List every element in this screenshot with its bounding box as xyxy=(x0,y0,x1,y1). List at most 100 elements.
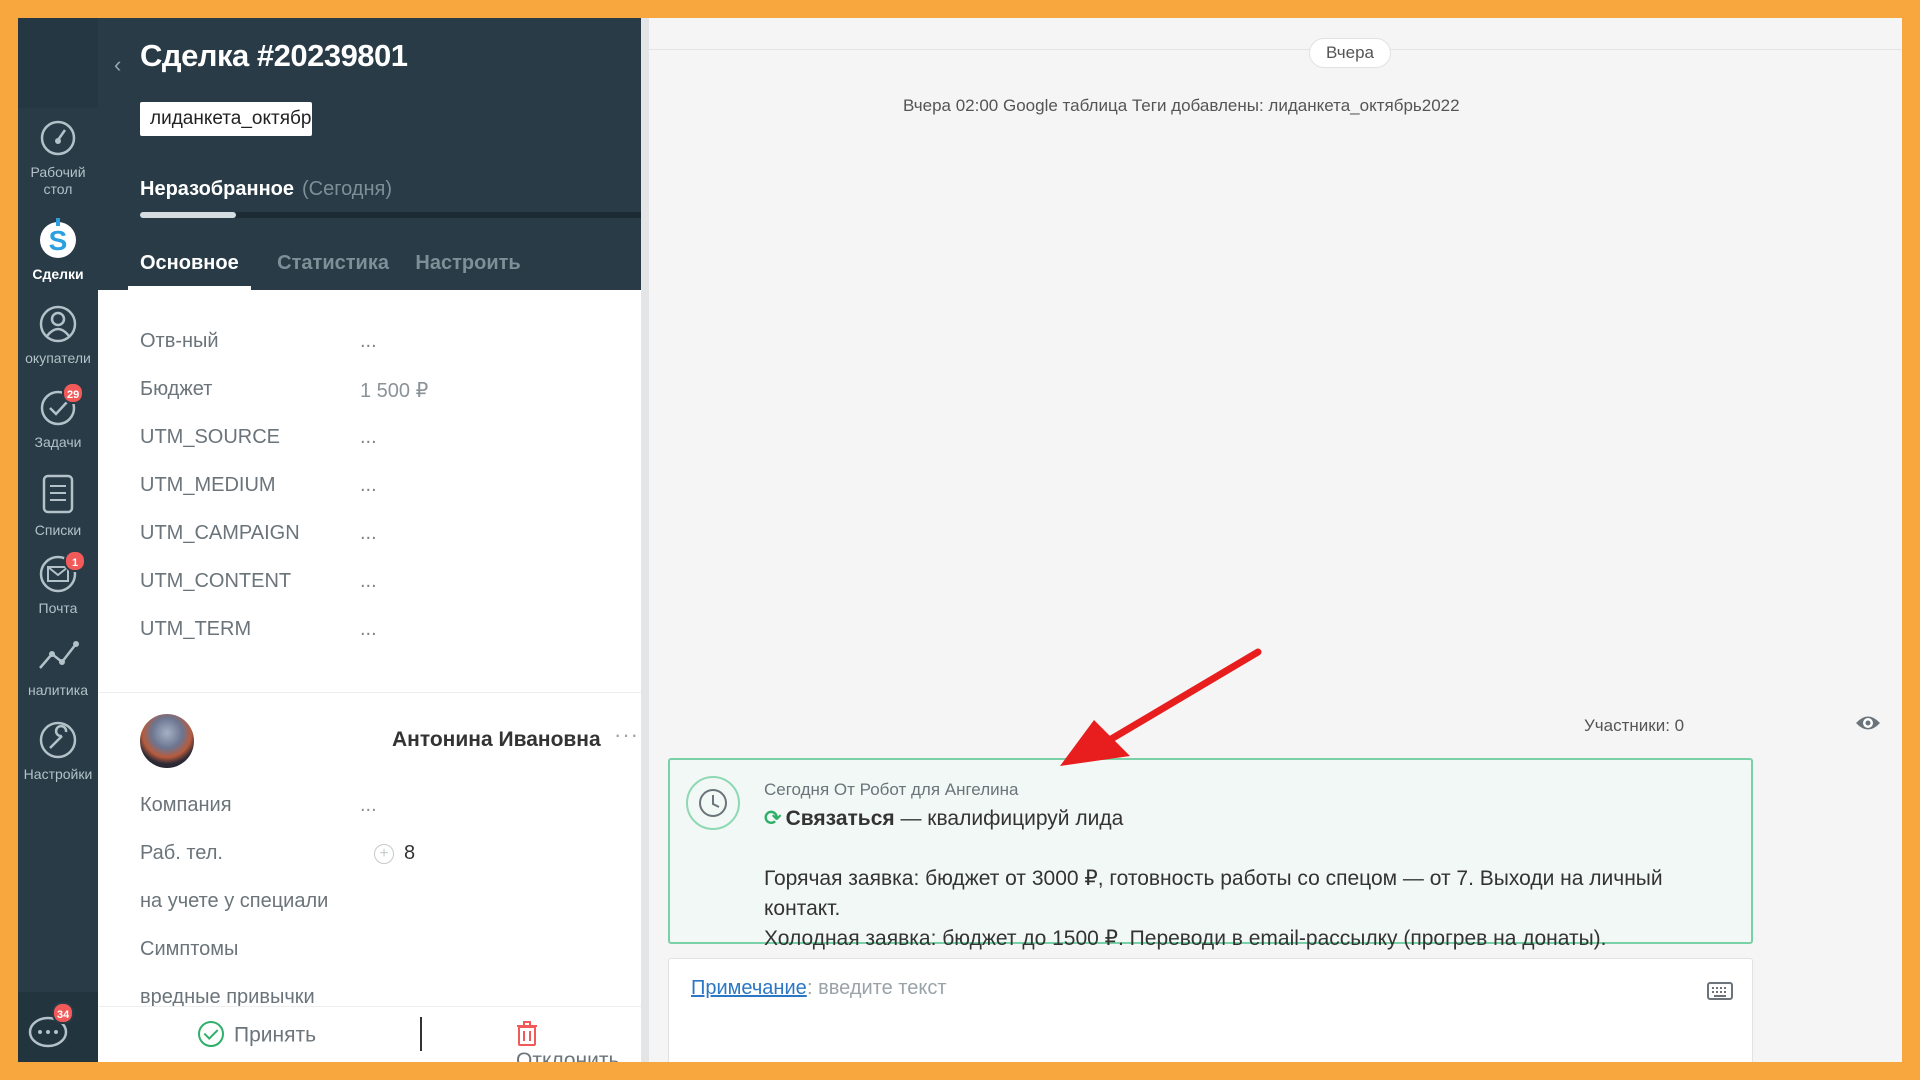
accept-label: Принять xyxy=(234,1023,317,1047)
deal-footer: Принять Отклонить xyxy=(98,1006,641,1062)
deal-header: ‹ Сделка #20239801 ··· лиданкета_октябрь… xyxy=(98,18,716,290)
task-meta: Сегодня От Робот для Ангелина xyxy=(764,780,1019,799)
field-value[interactable]: 8 xyxy=(404,842,415,865)
field-label: UTM_CONTENT xyxy=(140,570,292,592)
nav-label-tasks: Задачи xyxy=(34,434,82,450)
contact-field-company[interactable]: Компания ... xyxy=(140,794,640,842)
nav-label-analytics: налитика xyxy=(28,682,88,698)
refresh-icon: ⟳ xyxy=(764,807,782,830)
field-value[interactable]: ... xyxy=(360,794,377,817)
left-nav-rail: Рабочий стол S Сделки окупатели Задачи 2… xyxy=(18,18,98,1062)
field-row-responsible[interactable]: Отв-ный ... xyxy=(140,330,640,378)
buyers-icon xyxy=(39,305,77,343)
field-row-utm-source[interactable]: UTM_SOURCE ... xyxy=(140,426,640,474)
nav-item-settings[interactable]: Настройки xyxy=(18,720,98,783)
note-composer[interactable]: Примечание : введите текст xyxy=(668,958,1753,1062)
mail-count-badge: 1 xyxy=(64,550,86,572)
field-row-utm-term[interactable]: UTM_TERM ... xyxy=(140,618,640,666)
tab-statistics[interactable]: Статистика xyxy=(277,252,389,290)
deals-dollar-icon: S xyxy=(40,218,76,258)
contact-field-symptoms[interactable]: Симптомы xyxy=(140,938,640,986)
section-divider xyxy=(98,692,641,693)
nav-item-buyers[interactable]: окупатели xyxy=(18,304,98,367)
task-type: ⟳ Связаться — квалифицируй лида xyxy=(764,806,1123,831)
field-label: Бюджет xyxy=(140,378,213,400)
stage-progress-bar xyxy=(140,212,716,218)
note-type-link[interactable]: Примечание xyxy=(691,977,807,1000)
day-pill: Вчера xyxy=(1309,38,1391,68)
avatar[interactable] xyxy=(140,714,194,768)
nav-label-buyers: окупатели xyxy=(25,350,91,366)
nav-label-lists: Списки xyxy=(34,522,82,538)
nav-label-deals: Сделки xyxy=(32,266,84,282)
analytics-icon xyxy=(39,641,79,669)
nav-label-mail: Почта xyxy=(38,600,78,616)
eye-icon[interactable] xyxy=(1854,712,1882,734)
contact-name[interactable]: Антонина Ивановна xyxy=(392,728,601,752)
reject-label: Отклонить xyxy=(516,1049,620,1062)
note-placeholder[interactable]: : введите текст xyxy=(807,977,946,1000)
pipeline-stage[interactable]: Неразобранное (Сегодня) xyxy=(140,178,392,201)
rail-logo-area xyxy=(18,18,98,108)
task-card[interactable]: Сегодня От Робот для Ангелина ⟳ Связаться… xyxy=(668,758,1753,950)
deal-panel-scrollbar[interactable] xyxy=(641,18,649,1062)
deal-tabs: Основное Статистика Настроить xyxy=(128,252,543,290)
contact-field-work-phone[interactable]: Раб. тел. + 8 xyxy=(140,842,640,890)
nav-item-deals[interactable]: S Сделки xyxy=(18,216,98,283)
accept-button[interactable]: Принять xyxy=(198,1021,317,1049)
settings-wrench-icon xyxy=(39,721,77,759)
svg-text:S: S xyxy=(49,225,68,256)
field-label: UTM_TERM xyxy=(140,618,252,640)
field-value[interactable]: 1 500 ₽ xyxy=(360,378,428,403)
field-label: UTM_CAMPAIGN xyxy=(140,522,300,544)
task-type-rest: — квалифицируй лида xyxy=(894,807,1124,830)
deal-tag[interactable]: лиданкета_октябрь xyxy=(140,102,312,136)
nav-label-settings: Настройки xyxy=(23,766,93,782)
nav-item-dashboard[interactable]: Рабочий стол xyxy=(18,118,98,198)
feed-event-tags-added: Вчера 02:00 Google таблица Теги добавлен… xyxy=(903,96,1460,115)
app-window: Рабочий стол S Сделки окупатели Задачи 2… xyxy=(18,18,1902,1062)
field-row-utm-content[interactable]: UTM_CONTENT ... xyxy=(140,570,640,618)
trash-icon xyxy=(517,1021,537,1046)
check-circle-icon xyxy=(198,1021,224,1047)
activity-feed: Вчера Вчера 02:00 Google таблица Теги до… xyxy=(649,18,1902,1062)
footer-separator xyxy=(420,1017,422,1051)
field-row-budget[interactable]: Бюджет 1 500 ₽ xyxy=(140,378,640,426)
nav-item-tasks[interactable]: Задачи 29 xyxy=(18,382,98,451)
tab-configure[interactable]: Настроить xyxy=(415,252,520,290)
lists-icon xyxy=(42,474,74,514)
back-chevron-icon[interactable]: ‹ xyxy=(114,52,121,78)
field-label: Симптомы xyxy=(140,938,239,960)
field-label: на учете у специали xyxy=(140,890,329,912)
task-text: Горячая заявка: бюджет от 3000 ₽, готовн… xyxy=(764,864,1744,954)
contact-more-button[interactable]: ··· xyxy=(614,722,639,748)
field-label: Отв-ный xyxy=(140,330,219,352)
reject-button[interactable]: Отклонить xyxy=(516,1021,641,1062)
annotation-arrow xyxy=(1060,648,1262,766)
field-value[interactable]: ... xyxy=(360,618,377,641)
stage-progress-fill xyxy=(140,212,236,218)
keyboard-icon[interactable] xyxy=(1707,981,1733,1001)
dashboard-icon xyxy=(40,120,76,156)
task-text-line-1: Горячая заявка: бюджет от 3000 ₽, готовн… xyxy=(764,867,1663,920)
nav-label-dashboard-2: стол xyxy=(43,181,73,197)
field-value[interactable]: ... xyxy=(360,522,377,545)
nav-item-mail[interactable]: Почта 1 xyxy=(18,550,98,617)
nav-item-lists[interactable]: Списки xyxy=(18,472,98,539)
field-value[interactable]: ... xyxy=(360,426,377,449)
field-label: UTM_SOURCE xyxy=(140,426,281,448)
field-row-utm-medium[interactable]: UTM_MEDIUM ... xyxy=(140,474,640,522)
deal-title: Сделка #20239801 xyxy=(140,38,408,73)
tab-main[interactable]: Основное xyxy=(128,252,251,290)
field-value[interactable]: ... xyxy=(360,330,377,353)
nav-item-analytics[interactable]: налитика xyxy=(18,636,98,699)
field-value[interactable]: ... xyxy=(360,474,377,497)
clock-icon xyxy=(686,776,740,830)
contact-field-registered[interactable]: на учете у специали xyxy=(140,890,640,938)
contact-fields: Компания ... Раб. тел. + 8 на учете у сп… xyxy=(140,794,640,1034)
field-row-utm-campaign[interactable]: UTM_CAMPAIGN ... xyxy=(140,522,640,570)
field-value[interactable]: ... xyxy=(360,570,377,593)
add-phone-plus-icon[interactable]: + xyxy=(374,844,394,864)
stage-name: Неразобранное xyxy=(140,178,295,200)
task-text-line-2: Холодная заявка: бюджет до 1500 ₽. Перев… xyxy=(764,927,1607,950)
